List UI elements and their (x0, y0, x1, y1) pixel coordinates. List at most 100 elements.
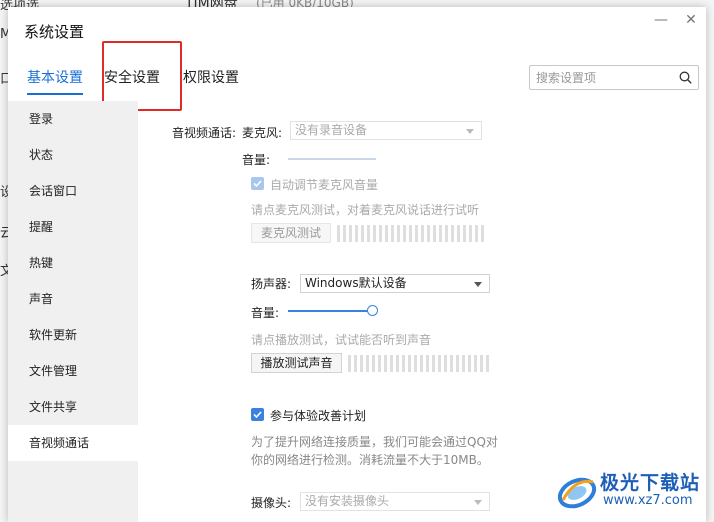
improve-program-checkbox[interactable] (251, 408, 264, 421)
meter-segment (480, 355, 483, 372)
camera-select[interactable]: 没有安装摄像头 (300, 492, 490, 511)
meter-segment (360, 355, 363, 372)
mic-volume-slider[interactable] (288, 158, 376, 160)
speaker-volume-label: 音量: (251, 306, 280, 320)
meter-segment (415, 225, 418, 242)
auto-adjust-mic-label: 自动调节麦克风音量 (270, 178, 379, 192)
meter-segment (409, 225, 412, 242)
watermark-logo: 极光下载站 www.xz7.com (555, 466, 710, 518)
meter-segment (421, 225, 424, 242)
checkmark-icon (253, 411, 262, 419)
meter-segment (457, 225, 460, 242)
meter-segment (408, 355, 411, 372)
search-icon[interactable] (679, 71, 692, 84)
speaker-select[interactable]: Windows默认设备 (300, 274, 490, 293)
meter-segment (391, 225, 394, 242)
mic-test-button[interactable]: 麦克风测试 (251, 223, 331, 243)
chevron-down-icon (474, 282, 482, 287)
meter-segment (463, 225, 466, 242)
meter-segment (402, 355, 405, 372)
checkmark-icon (253, 180, 262, 188)
meter-segment (469, 225, 472, 242)
speaker-volume-slider[interactable] (288, 310, 372, 312)
meter-segment (343, 225, 346, 242)
sidebar-item-software-update[interactable]: 软件更新 (8, 317, 138, 353)
meter-segment (456, 355, 459, 372)
sidebar-item-login[interactable]: 登录 (8, 101, 138, 137)
meter-segment (481, 225, 484, 242)
speaker-test-hint: 请点播放测试，试试能否听到声音 (251, 333, 432, 347)
meter-segment (445, 225, 448, 242)
meter-segment (397, 225, 400, 242)
meter-segment (337, 225, 340, 242)
improve-program-label: 参与体验改善计划 (270, 409, 367, 423)
camera-label: 摄像头: (251, 496, 292, 510)
meter-segment (474, 355, 477, 372)
meter-segment (354, 355, 357, 372)
speaker-label: 扬声器: (251, 277, 292, 291)
speaker-volume-thumb[interactable] (367, 305, 378, 316)
mic-label: 麦克风: (242, 126, 283, 140)
close-button[interactable]: ✕ (681, 11, 701, 31)
meter-segment (379, 225, 382, 242)
meter-segment (451, 225, 454, 242)
meter-segment (426, 355, 429, 372)
meter-segment (439, 225, 442, 242)
tab-basic-settings[interactable]: 基本设置 (27, 67, 83, 95)
meter-segment (384, 355, 387, 372)
watermark-url: www.xz7.com (603, 493, 693, 508)
meter-segment (348, 355, 351, 372)
meter-segment (438, 355, 441, 372)
speaker-level-meter (348, 355, 489, 372)
mic-level-meter (337, 225, 489, 242)
mic-select-value: 没有录音设备 (295, 123, 368, 137)
meter-segment (414, 355, 417, 372)
search-input[interactable] (536, 69, 674, 87)
improve-program-desc-2: 你的网络进行检测。消耗流量不大于10MB。 (251, 453, 489, 467)
sidebar-item-chat-window[interactable]: 会话窗口 (8, 173, 138, 209)
meter-segment (361, 225, 364, 242)
meter-segment (390, 355, 393, 372)
sidebar-item-hotkeys[interactable]: 热键 (8, 245, 138, 281)
dialog-title: 系统设置 (24, 23, 85, 41)
mic-test-hint: 请点麦克风测试，对着麦克风说话进行试听 (251, 203, 480, 217)
meter-segment (366, 355, 369, 372)
meter-segment (433, 225, 436, 242)
meter-segment (450, 355, 453, 372)
meter-segment (349, 225, 352, 242)
speaker-select-value: Windows默认设备 (305, 276, 407, 290)
av-section-label: 音视频通话: (172, 126, 237, 140)
sidebar-item-status[interactable]: 状态 (8, 137, 138, 173)
meter-segment (486, 355, 489, 372)
av-settings-panel: 音视频通话: 麦克风: 没有录音设备 音量: 自动调节麦克风音量 请点麦克风测试… (138, 101, 706, 522)
tab-permission-settings[interactable]: 权限设置 (183, 67, 239, 95)
sidebar-item-reminders[interactable]: 提醒 (8, 209, 138, 245)
sidebar-item-file-management[interactable]: 文件管理 (8, 353, 138, 389)
minimize-button[interactable]: — (651, 11, 671, 31)
sidebar-item-av-call[interactable]: 音视频通话 (8, 425, 138, 461)
meter-segment (355, 225, 358, 242)
sidebar-item-sound[interactable]: 声音 (8, 281, 138, 317)
meter-segment (385, 225, 388, 242)
improve-program-desc-1: 为了提升网络连接质量，我们可能会通过QQ对 (251, 435, 498, 449)
settings-dialog: 系统设置 — ✕ 基本设置 安全设置 权限设置 登录 状态 会话窗口 提醒 热键… (8, 7, 706, 522)
meter-segment (444, 355, 447, 372)
camera-select-value: 没有安装摄像头 (305, 494, 390, 508)
meter-segment (378, 355, 381, 372)
meter-segment (367, 225, 370, 242)
meter-segment (475, 225, 478, 242)
meter-segment (427, 225, 430, 242)
watermark-text: 极光下载站 (600, 472, 701, 494)
meter-segment (396, 355, 399, 372)
sidebar-item-file-sharing[interactable]: 文件共享 (8, 389, 138, 425)
mic-select[interactable]: 没有录音设备 (290, 121, 482, 140)
speaker-test-button[interactable]: 播放测试声音 (251, 353, 342, 373)
speaker-volume-fill (288, 310, 372, 312)
meter-segment (420, 355, 423, 372)
settings-sidebar: 登录 状态 会话窗口 提醒 热键 声音 软件更新 文件管理 文件共享 音视频通话 (8, 101, 138, 522)
meter-segment (468, 355, 471, 372)
meter-segment (403, 225, 406, 242)
search-box[interactable] (529, 65, 699, 90)
aurora-logo-icon (557, 477, 597, 509)
auto-adjust-mic-checkbox[interactable] (251, 177, 264, 190)
